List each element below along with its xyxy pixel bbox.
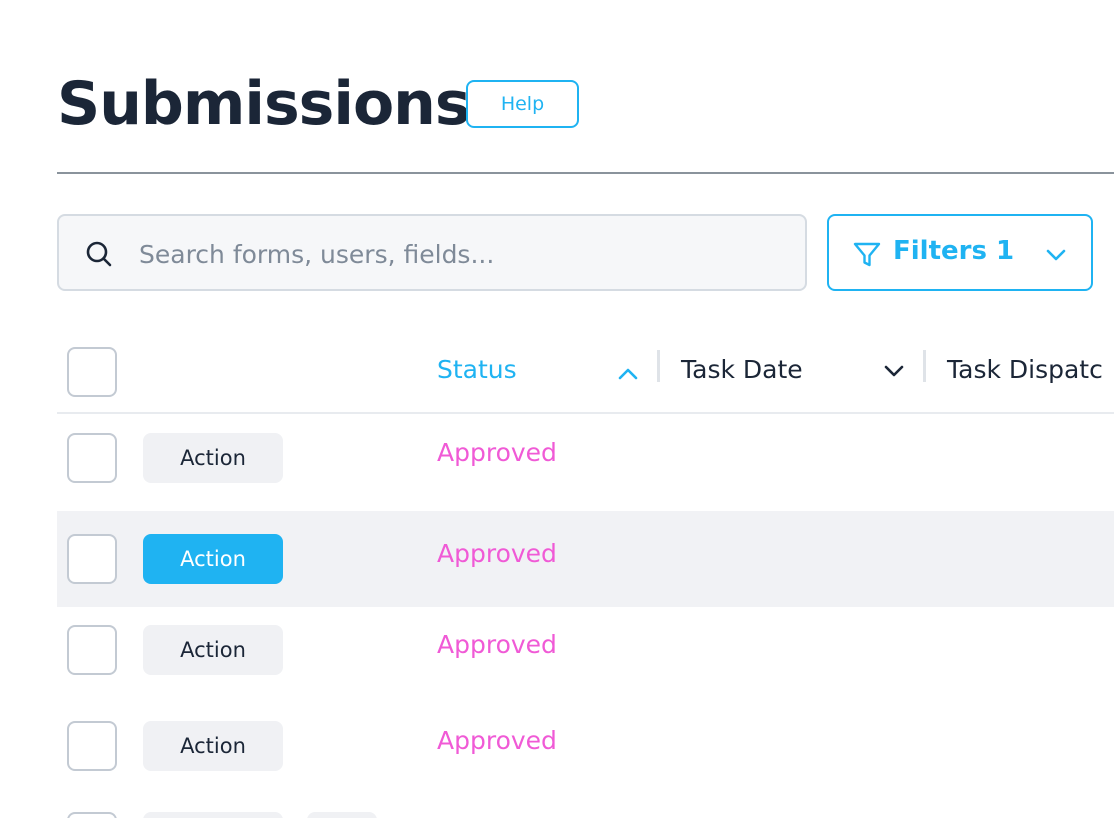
filters-button[interactable]: Filters 1 (827, 214, 1093, 291)
column-separator[interactable] (657, 350, 660, 382)
chevron-up-icon[interactable] (615, 361, 641, 387)
select-all-checkbox[interactable] (67, 347, 117, 397)
column-separator[interactable] (923, 350, 926, 382)
action-button[interactable]: Action (143, 625, 283, 675)
column-header-status[interactable]: Status (437, 355, 517, 384)
action-button[interactable]: Action (143, 433, 283, 483)
column-header-task-date[interactable]: Task Date (681, 355, 803, 384)
action-button[interactable]: Action (143, 534, 283, 584)
row-button[interactable] (307, 812, 377, 818)
search-input[interactable] (137, 230, 781, 278)
status-cell: Approved (437, 438, 557, 467)
row-checkbox[interactable] (67, 812, 117, 818)
row-checkbox[interactable] (67, 534, 117, 584)
filter-icon (853, 242, 881, 267)
row-checkbox[interactable] (67, 433, 117, 483)
column-header-task-dispatch[interactable]: Task Dispatc (947, 355, 1103, 384)
submissions-page: Submissions Help Filters 1 Status Task D… (0, 0, 1114, 818)
table-row[interactable]: Action Approved (57, 698, 1114, 794)
action-button[interactable]: Action (143, 721, 283, 771)
row-checkbox[interactable] (67, 721, 117, 771)
page-title: Submissions (57, 69, 471, 139)
table-row[interactable]: Action Approved (57, 511, 1114, 607)
title-divider (57, 172, 1114, 174)
search-box[interactable] (57, 214, 807, 291)
row-checkbox[interactable] (67, 625, 117, 675)
action-button[interactable] (143, 812, 283, 818)
status-cell: Approved (437, 630, 557, 659)
status-cell: Approved (437, 539, 557, 568)
help-button[interactable]: Help (466, 80, 579, 128)
table-row[interactable]: Action Approved (57, 602, 1114, 698)
chevron-down-icon[interactable] (881, 358, 907, 384)
chevron-down-icon (1046, 249, 1066, 261)
filters-label: Filters 1 (893, 236, 1015, 266)
search-icon (86, 241, 112, 267)
status-cell: Approved (437, 726, 557, 755)
table-row[interactable]: Action Approved (57, 410, 1114, 506)
